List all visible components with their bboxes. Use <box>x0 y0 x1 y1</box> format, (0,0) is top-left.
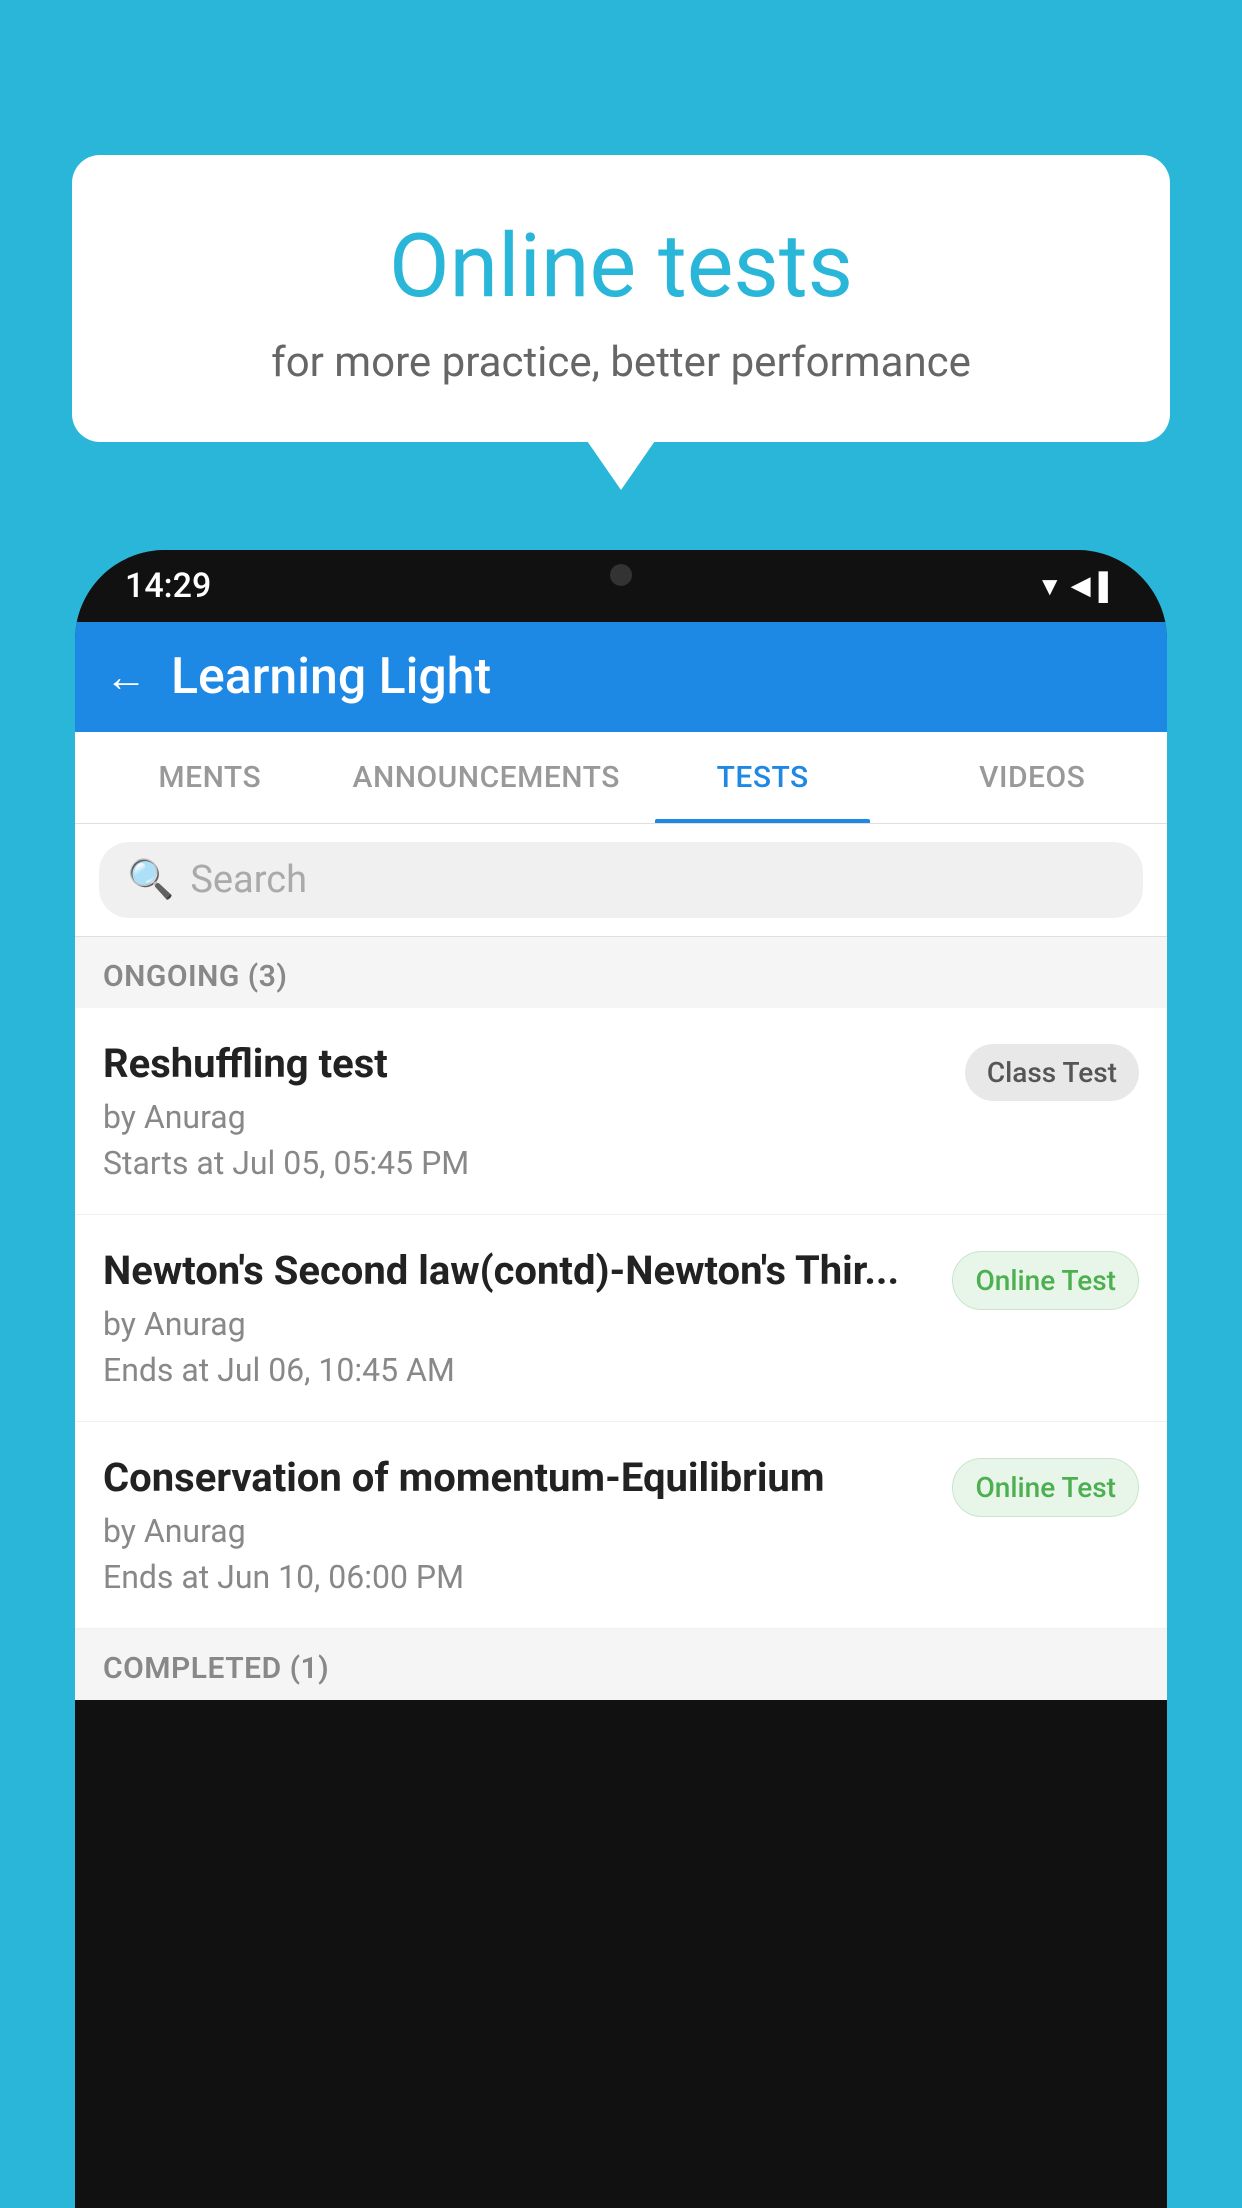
test-item-by: by Anurag <box>103 1305 932 1343</box>
status-icons: ▼ ◀ ▌ <box>1037 571 1117 602</box>
test-item-name: Newton's Second law(contd)-Newton's Thir… <box>103 1247 932 1295</box>
status-time: 14:29 <box>125 566 211 606</box>
test-item-left: Newton's Second law(contd)-Newton's Thir… <box>103 1247 952 1389</box>
test-item[interactable]: Newton's Second law(contd)-Newton's Thir… <box>75 1215 1167 1422</box>
speech-bubble-subtitle: for more practice, better performance <box>122 338 1120 387</box>
test-item-name: Conservation of momentum-Equilibrium <box>103 1454 932 1502</box>
phone-frame: 14:29 ▼ ◀ ▌ ← Learning Light MENTS ANNOU… <box>75 550 1167 2208</box>
test-item-left: Reshuffling test by Anurag Starts at Jul… <box>103 1040 965 1182</box>
signal-icon: ◀ <box>1071 571 1091 601</box>
search-bar[interactable]: 🔍 Search <box>99 842 1143 918</box>
tab-announcements[interactable]: ANNOUNCEMENTS <box>345 732 628 823</box>
back-button[interactable]: ← <box>105 653 147 702</box>
app-bar-title: Learning Light <box>171 648 491 706</box>
test-item-by: by Anurag <box>103 1512 932 1550</box>
test-badge: Online Test <box>952 1458 1139 1517</box>
phone-notch <box>541 550 701 600</box>
wifi-icon: ▼ <box>1037 571 1063 602</box>
test-item[interactable]: Reshuffling test by Anurag Starts at Jul… <box>75 1008 1167 1215</box>
test-item-time: Ends at Jul 06, 10:45 AM <box>103 1351 932 1389</box>
ongoing-section-label: ONGOING (3) <box>75 937 1167 1008</box>
speech-bubble-title: Online tests <box>122 215 1120 318</box>
test-item-by: by Anurag <box>103 1098 945 1136</box>
battery-icon: ▌ <box>1099 571 1117 602</box>
test-item-time: Ends at Jun 10, 06:00 PM <box>103 1558 932 1596</box>
test-badge: Class Test <box>965 1044 1139 1101</box>
test-item-name: Reshuffling test <box>103 1040 945 1088</box>
test-item-left: Conservation of momentum-Equilibrium by … <box>103 1454 952 1596</box>
completed-section-label: COMPLETED (1) <box>75 1629 1167 1700</box>
test-item-time: Starts at Jul 05, 05:45 PM <box>103 1144 945 1182</box>
search-input[interactable]: Search <box>190 858 307 902</box>
test-badge: Online Test <box>952 1251 1139 1310</box>
status-bar: 14:29 ▼ ◀ ▌ <box>75 550 1167 622</box>
tab-tests[interactable]: TESTS <box>628 732 898 823</box>
tabs-container: MENTS ANNOUNCEMENTS TESTS VIDEOS <box>75 732 1167 824</box>
tab-ments[interactable]: MENTS <box>75 732 345 823</box>
tab-videos[interactable]: VIDEOS <box>897 732 1167 823</box>
search-bar-container: 🔍 Search <box>75 824 1167 937</box>
search-icon: 🔍 <box>127 858 174 902</box>
speech-bubble: Online tests for more practice, better p… <box>72 155 1170 442</box>
app-bar: ← Learning Light <box>75 622 1167 732</box>
test-item[interactable]: Conservation of momentum-Equilibrium by … <box>75 1422 1167 1629</box>
phone-camera <box>610 564 632 586</box>
